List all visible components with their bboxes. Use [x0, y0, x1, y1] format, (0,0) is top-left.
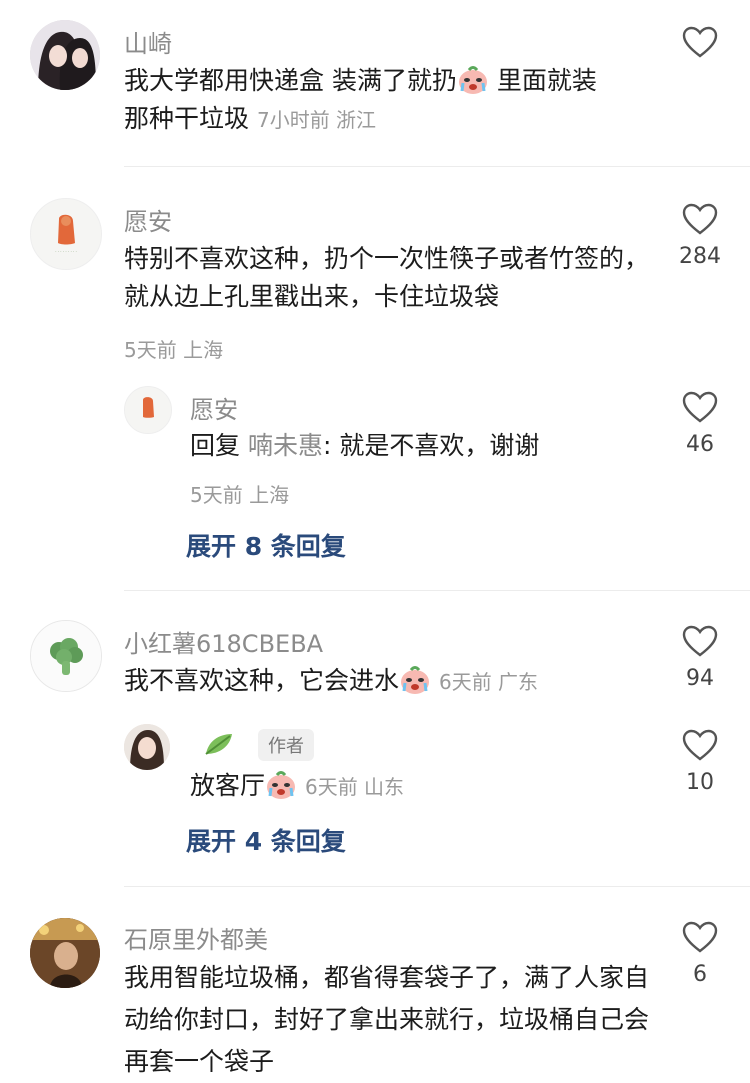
avatar[interactable]: [30, 620, 102, 692]
divider: [124, 590, 750, 591]
comment-author[interactable]: 山崎: [124, 24, 172, 59]
like-heart-icon[interactable]: [682, 26, 718, 58]
reply-meta: 5天前 上海: [190, 483, 290, 507]
avatar[interactable]: [30, 918, 100, 988]
expand-replies-button[interactable]: 展开 8 条回复: [186, 527, 346, 563]
like-heart-icon[interactable]: [682, 625, 718, 657]
crying-emoji-icon: [458, 66, 487, 94]
divider: [124, 166, 750, 167]
author-badge: 作者: [258, 729, 314, 761]
avatar[interactable]: · · · · · · · · ·: [30, 198, 102, 270]
like-count: 94: [686, 666, 714, 691]
comment-text: 我大学都用快递盒 装满了就扔 里面就装 那种干垃圾 7小时前 浙江: [124, 66, 597, 133]
avatar[interactable]: [124, 724, 170, 770]
reply-text: 放客厅 6天前 山东: [190, 771, 405, 800]
like-heart-icon[interactable]: [682, 921, 718, 953]
comment-author[interactable]: 小红薯618CBEBA: [124, 624, 323, 659]
comment-meta: 7小时前 浙江: [256, 108, 377, 132]
reply-meta: 6天前 山东: [304, 775, 405, 799]
crying-emoji-icon: [267, 771, 296, 799]
comment-meta: 6天前 广东: [438, 670, 539, 694]
reply-text: 回复 喃未惠: 就是不喜欢，谢谢: [190, 431, 540, 460]
comment-meta: 5天前 上海: [124, 338, 224, 362]
reply-to-user[interactable]: 喃未惠: [248, 431, 323, 460]
divider: [124, 886, 750, 887]
svg-text:· · · · · · · · ·: · · · · · · · · ·: [55, 249, 77, 254]
comment-text: 我不喜欢这种，它会进水 6天前 广东: [124, 666, 539, 695]
like-count: 10: [686, 770, 714, 795]
avatar[interactable]: [124, 386, 172, 434]
comment-author[interactable]: 石原里外都美: [124, 920, 268, 955]
crying-emoji-icon: [401, 666, 430, 694]
like-count: 46: [686, 432, 714, 457]
avatar[interactable]: [30, 20, 100, 90]
like-heart-icon[interactable]: [682, 203, 718, 235]
comment-author[interactable]: 愿安: [124, 202, 172, 237]
comment-text: 我用智能垃圾桶，都省得套袋子了，满了人家自动给你封口，封好了拿出来就行，垃圾桶自…: [124, 963, 650, 1076]
expand-replies-button[interactable]: 展开 4 条回复: [186, 822, 346, 858]
like-count: 6: [693, 962, 707, 987]
like-heart-icon[interactable]: [682, 391, 718, 423]
reply-author[interactable]: 愿安: [190, 390, 238, 425]
leaf-icon: [205, 734, 232, 755]
like-heart-icon[interactable]: [682, 729, 718, 761]
like-count: 284: [679, 244, 721, 269]
comment-text: 特别不喜欢这种，扔个一次性筷子或者竹签的，就从边上孔里戳出来，卡住垃圾袋: [124, 244, 650, 311]
